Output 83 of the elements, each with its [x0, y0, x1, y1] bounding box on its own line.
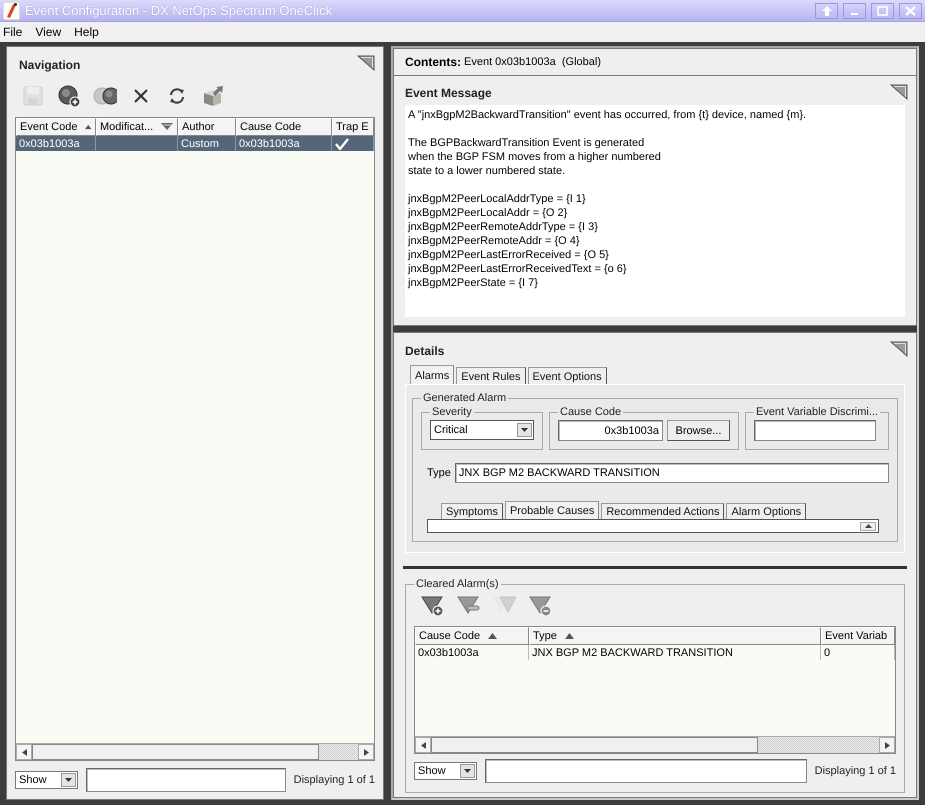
contents-value: Event 0x03b1003a (Global) [464, 56, 601, 68]
horizontal-scrollbar[interactable] [415, 736, 895, 753]
close-icon [905, 6, 916, 16]
table-row[interactable]: 0x03b1003a JNX BGP M2 BACKWARD TRANSITION 0 [415, 645, 895, 660]
message-paragraph: A "jnxBgpM2BackwardTransition" event has occurred, from {t} device, named {m}. [408, 108, 808, 122]
column-header[interactable]: Modificat... [96, 118, 178, 136]
group-label: Cleared Alarm(s) [415, 578, 500, 590]
tab[interactable]: Event Rules [456, 367, 526, 384]
scroll-left-icon[interactable] [22, 748, 26, 756]
tab[interactable]: Alarms [410, 365, 454, 384]
table-cell: 0 [824, 646, 830, 658]
column-header[interactable]: Cause Code [415, 627, 529, 645]
column-header[interactable]: Type [529, 627, 821, 645]
filter-field[interactable] [86, 768, 286, 792]
scroll-right-icon[interactable] [884, 742, 890, 748]
maximize-icon [877, 6, 888, 16]
box-arrow-icon[interactable] [201, 84, 225, 108]
type-field[interactable]: JNX BGP M2 BACKWARD TRANSITION [454, 463, 889, 483]
show-dropdown[interactable]: Show [414, 762, 477, 780]
caret-icon [521, 428, 528, 432]
maximize-button[interactable] [871, 2, 894, 18]
restore-up-button[interactable] [815, 2, 838, 18]
show-dropdown[interactable]: Show [15, 771, 78, 789]
minimize-button[interactable] [843, 2, 866, 18]
menu-item[interactable]: Help [74, 25, 105, 39]
scroll-thumb[interactable] [431, 737, 758, 753]
group-label: Event Variable Discrimi... [754, 406, 879, 418]
tab[interactable]: Recommended Actions [601, 503, 724, 519]
collapse-triangle-icon[interactable] [890, 341, 908, 357]
type-label: Type [427, 467, 451, 479]
tab[interactable]: Probable Causes [504, 501, 600, 519]
table-row[interactable]: 0x03b1003a Custom 0x03b1003a [16, 136, 374, 151]
severity-dropdown[interactable]: Critical [430, 420, 534, 440]
panel-title: Event Message [405, 86, 492, 100]
restore-up-icon [822, 6, 832, 16]
caret-icon [65, 778, 72, 782]
filter-field[interactable] [485, 759, 807, 783]
column-header[interactable]: Author [178, 118, 236, 136]
scroll-left-icon[interactable] [420, 742, 426, 748]
sort-ascending-icon [488, 633, 498, 639]
close-button[interactable] [899, 2, 922, 18]
discriminator-field[interactable] [754, 420, 876, 441]
table-cell: 0x03b1003a [418, 646, 479, 658]
panel-title: Navigation [19, 58, 80, 72]
scroll-up-icon[interactable] [864, 524, 872, 528]
scroll-thumb[interactable] [32, 744, 319, 760]
app-logo-icon [3, 2, 20, 20]
text-area[interactable] [427, 519, 879, 533]
message-paragraph: The BGPBackwardTransition Event is generated when the BGP FSM moves from a higher numbered state to a lower numbered state. [408, 136, 662, 178]
group-label: Cause Code [559, 406, 622, 418]
status-text: Displaying 1 of 1 [814, 765, 896, 777]
tab[interactable]: Event Options [528, 367, 607, 384]
collapse-triangle-icon[interactable] [357, 55, 375, 71]
menu-item[interactable]: View [35, 25, 68, 39]
minimize-icon [851, 13, 858, 15]
collapse-triangle-icon[interactable] [890, 84, 908, 100]
browse-button[interactable]: Browse... [667, 420, 730, 441]
panel-title: Details [405, 344, 444, 358]
group-label: Severity [431, 406, 473, 418]
table-cell: 0x03b1003a [239, 138, 300, 150]
column-header[interactable]: Event Code [16, 118, 96, 136]
window-title: Event Configuration - DX NetOps Spectrum OneClick [25, 3, 334, 18]
tab[interactable]: Symptoms [441, 503, 503, 519]
group-label: Generated Alarm [422, 392, 508, 404]
sort-descending-icon [161, 123, 174, 131]
column-header[interactable]: Cause Code [236, 118, 332, 136]
table-cell: 0x03b1003a [19, 138, 80, 150]
message-paragraph: jnxBgpM2PeerLocalAddrType = {I 1} jnxBgpM2PeerLocalAddr = {O 2} jnxBgpM2PeerRemoteAddrType = {I 3} jnxBgpM2PeerRemoteAddr = {O 4} jnxBgpM2PeerLastErrorReceived = {O 5} jnxBgpM2PeerLastErrorReceivedText = {o 6} jnxBgpM2PeerState = {I 7} [408, 192, 628, 290]
horizontal-scrollbar[interactable] [16, 743, 374, 760]
contents-label: Contents: [405, 55, 461, 69]
table-cell: JNX BGP M2 BACKWARD TRANSITION [532, 646, 733, 658]
sort-ascending-icon [85, 124, 92, 130]
caret-icon [464, 769, 471, 773]
tab[interactable]: Alarm Options [726, 503, 806, 519]
column-header[interactable]: Event Variab [821, 627, 895, 645]
cause-code-field[interactable]: 0x3b1003a [558, 420, 663, 441]
sort-ascending-icon [564, 633, 574, 639]
scroll-right-icon[interactable] [364, 748, 368, 756]
status-text: Displaying 1 of 1 [294, 774, 375, 786]
table-cell: Custom [181, 138, 219, 150]
menu-item[interactable]: File [3, 25, 28, 39]
column-header[interactable]: Trap E [332, 118, 374, 136]
add-event-icon[interactable] [57, 84, 81, 108]
